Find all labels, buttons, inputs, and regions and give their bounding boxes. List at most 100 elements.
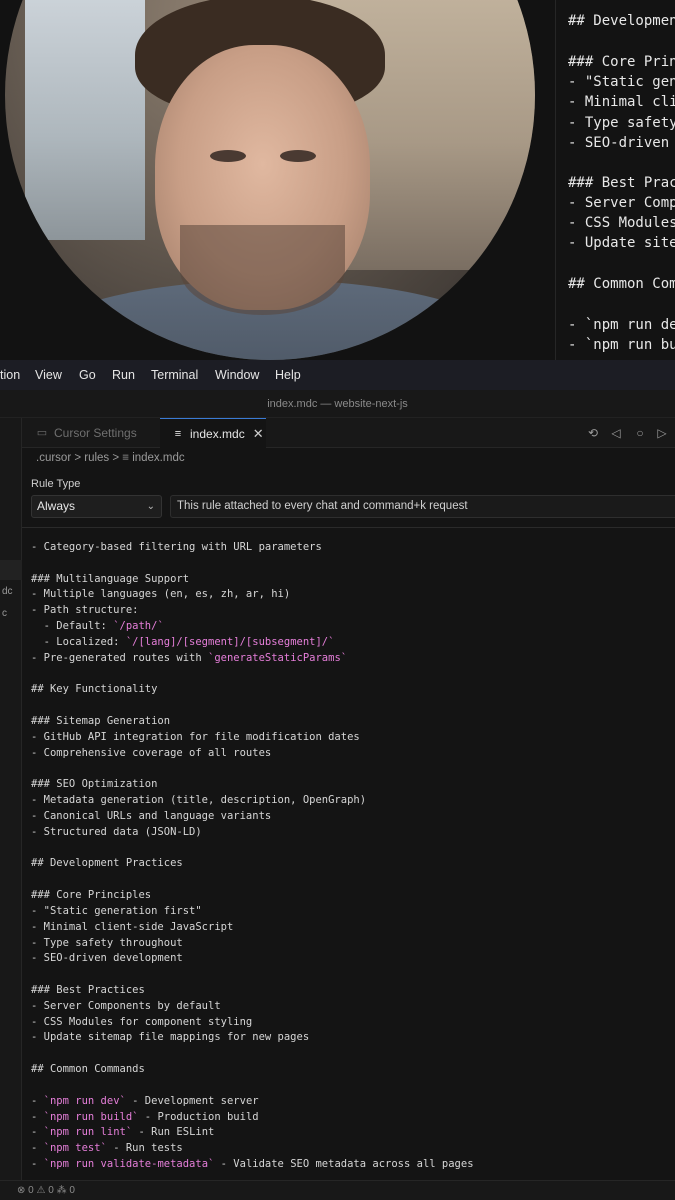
inline-code: `/[lang]/[segment]/[subsegment]/` bbox=[125, 635, 335, 648]
code-text: - Production build bbox=[138, 1110, 259, 1123]
inline-code: `npm run build` bbox=[43, 1110, 139, 1123]
code-line: - `npm run validate-metadata` - Validate… bbox=[31, 1157, 474, 1171]
circle-icon[interactable]: ○ bbox=[632, 425, 648, 441]
menu-run[interactable]: Run bbox=[112, 368, 135, 382]
webcam-person-eye bbox=[280, 150, 316, 162]
code-text: - bbox=[31, 1157, 44, 1170]
code-text: ### Core Principles bbox=[31, 889, 152, 902]
code-text: - Development server bbox=[125, 1094, 259, 1107]
menu-window[interactable]: Window bbox=[215, 368, 259, 382]
code-line: - Category-based filtering with URL para… bbox=[31, 540, 322, 554]
background-code-line: ### Core Princ bbox=[568, 54, 675, 70]
code-text: ### Best Practices bbox=[31, 983, 145, 996]
code-text: - "Static generation first" bbox=[31, 904, 202, 917]
background-code-line: - `npm run bui bbox=[568, 337, 675, 353]
menu-go[interactable]: Go bbox=[79, 368, 96, 382]
code-text: ### SEO Optimization bbox=[31, 778, 158, 791]
webcam-person-eye bbox=[210, 150, 246, 162]
code-line: - Canonical URLs and language variants bbox=[31, 809, 271, 823]
code-text: - Update siter bbox=[568, 235, 675, 251]
sidebar-file-fragment[interactable]: dc bbox=[2, 586, 13, 597]
inline-code: `npm run validate-metadata` bbox=[43, 1157, 215, 1170]
code-text: ## Common Commands bbox=[31, 1063, 145, 1076]
code-text: ## Development Practices bbox=[31, 857, 183, 870]
code-text: - bbox=[31, 1110, 44, 1123]
code-text: - CSS Modules bbox=[568, 215, 675, 231]
code-line: ## Common Commands bbox=[31, 1062, 145, 1076]
inline-code: `npm test` bbox=[43, 1142, 107, 1155]
code-text: - Multiple languages (en, es, zh, ar, hi… bbox=[31, 588, 291, 601]
menu-view[interactable]: View bbox=[35, 368, 62, 382]
tab-bar: ▭ Cursor Settings ≡ index.mdc ✕ ⟲ ◁ ○ ▷ bbox=[22, 418, 675, 448]
code-line: - GitHub API integration for file modifi… bbox=[31, 730, 360, 744]
go-forward-icon[interactable]: ▷ bbox=[654, 425, 670, 441]
inline-code: `/path/` bbox=[113, 620, 164, 633]
menu-selection[interactable]: tion bbox=[0, 368, 20, 382]
code-text: - Run tests bbox=[106, 1142, 183, 1155]
tab-cursor-settings[interactable]: ▭ Cursor Settings bbox=[22, 418, 160, 448]
code-line: - Structured data (JSON-LD) bbox=[31, 825, 202, 839]
code-line: ### Sitemap Generation bbox=[31, 714, 170, 728]
code-line: - Type safety throughout bbox=[31, 936, 183, 950]
code-text: ### Best Pract bbox=[568, 175, 675, 191]
sidebar-file-fragment[interactable]: c bbox=[2, 608, 7, 619]
code-text: - `npm run dev bbox=[568, 317, 675, 333]
code-line: - "Static generation first" bbox=[31, 904, 202, 918]
code-text: ## Development bbox=[568, 13, 675, 29]
webcam-window-background bbox=[25, 0, 145, 240]
history-icon[interactable]: ⟲ bbox=[585, 425, 601, 441]
background-code-line: ### Best Pract bbox=[568, 175, 675, 191]
code-line: - CSS Modules for component styling bbox=[31, 1015, 252, 1029]
code-text: - Server Compo bbox=[568, 195, 675, 211]
background-code-line: - Type safety bbox=[568, 115, 675, 131]
code-text: - Minimal client-side JavaScript bbox=[31, 920, 234, 933]
code-line: - Pre-generated routes with `generateSta… bbox=[31, 651, 347, 665]
code-text: - Update sitemap file mappings for new p… bbox=[31, 1031, 310, 1044]
sidebar-edge: dc c bbox=[0, 418, 22, 1180]
code-editor[interactable]: - Category-based filtering with URL para… bbox=[22, 528, 675, 1180]
code-text: - SEO-driven development bbox=[31, 952, 183, 965]
rule-type-value: Always bbox=[37, 499, 76, 513]
breadcrumb[interactable]: .cursor > rules > ≡ index.mdc bbox=[22, 448, 675, 468]
code-text: - GitHub API integration for file modifi… bbox=[31, 730, 360, 743]
code-text: - Path structure: bbox=[31, 604, 139, 617]
rule-type-select[interactable]: Always ⌄ bbox=[31, 495, 162, 518]
markdown-file-icon: ≡ bbox=[174, 427, 182, 440]
screen-recording-area: ## Development ### Core Princ - "Static ge… bbox=[0, 0, 675, 360]
go-back-icon[interactable]: ◁ bbox=[608, 425, 624, 441]
code-text: - Minimal clie bbox=[568, 94, 675, 110]
menu-terminal[interactable]: Terminal bbox=[151, 368, 198, 382]
code-text: - "Static gene bbox=[568, 74, 675, 90]
rule-description-field[interactable]: This rule attached to every chat and com… bbox=[170, 495, 675, 518]
close-icon[interactable]: ✕ bbox=[253, 426, 264, 442]
background-code-line: - `npm run dev bbox=[568, 317, 675, 333]
code-line: ## Development Practices bbox=[31, 856, 183, 870]
menu-help[interactable]: Help bbox=[275, 368, 301, 382]
problems-indicator[interactable]: ⊗ 0 ⚠ 0 ⁂ 0 bbox=[17, 1181, 75, 1200]
code-text: - Run ESLint bbox=[132, 1126, 215, 1139]
status-bar: ⊗ 0 ⚠ 0 ⁂ 0 bbox=[0, 1180, 675, 1200]
code-line: - `npm run dev` - Development server bbox=[31, 1094, 259, 1108]
code-line: - Default: `/path/` bbox=[31, 619, 164, 633]
code-text: ### Sitemap Generation bbox=[31, 715, 171, 728]
code-line: - SEO-driven development bbox=[31, 951, 183, 965]
tab-label: index.mdc bbox=[190, 426, 245, 441]
code-text: - Category-based filtering with URL para… bbox=[31, 541, 322, 553]
rule-type-label: Rule Type bbox=[31, 478, 81, 490]
background-code-line: - Update siter bbox=[568, 235, 675, 251]
code-text: - Type safety throughout bbox=[31, 936, 183, 949]
code-line: - Path structure: bbox=[31, 603, 138, 617]
menu-bar: tion View Go Run Terminal Window Help bbox=[0, 360, 675, 390]
code-text: - Localized: bbox=[31, 635, 126, 648]
background-code-line: - Minimal clie bbox=[568, 94, 675, 110]
code-text: - Canonical URLs and language variants bbox=[31, 809, 272, 822]
window-title: index.mdc — website-next-js bbox=[0, 390, 675, 418]
sidebar-selected-row[interactable] bbox=[0, 560, 22, 580]
tab-index-mdc[interactable]: ≡ index.mdc ✕ bbox=[160, 418, 266, 448]
code-line: - Server Components by default bbox=[31, 999, 221, 1013]
code-line: - Update sitemap file mappings for new p… bbox=[31, 1030, 309, 1044]
background-code-line: - SEO-driven d bbox=[568, 135, 675, 151]
code-text: ### Multilanguage Support bbox=[31, 572, 190, 585]
code-line: ### SEO Optimization bbox=[31, 777, 157, 791]
code-text: - Default: bbox=[31, 620, 114, 633]
